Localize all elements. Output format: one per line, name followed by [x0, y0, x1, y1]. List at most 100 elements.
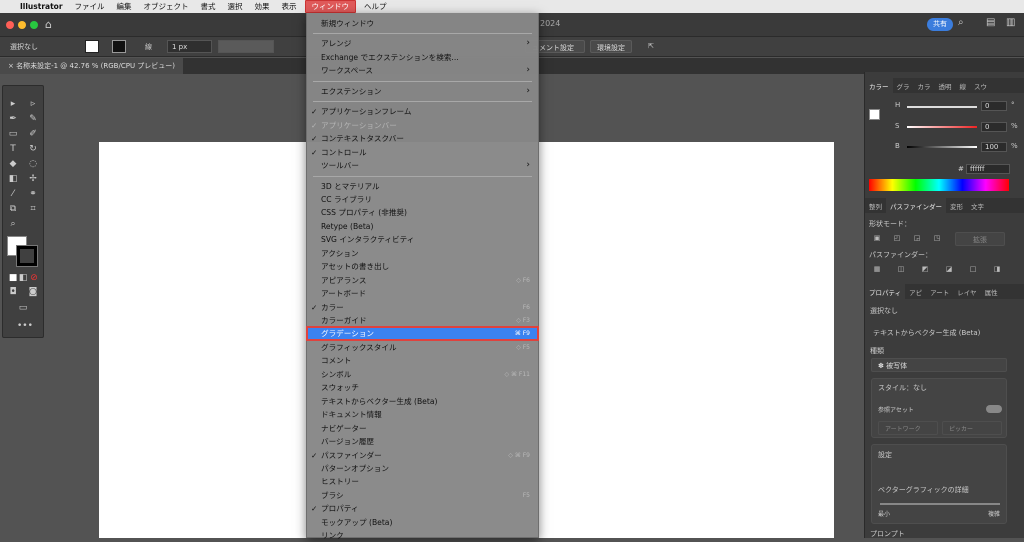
window-menu-item[interactable]: シンボル ◇ ⌘ F11 — [307, 368, 538, 381]
menu-view[interactable]: 表示 — [276, 1, 303, 12]
intersect-icon[interactable]: ◲ — [911, 234, 923, 244]
trim-icon[interactable]: ◫ — [895, 265, 907, 275]
lasso-tool-icon[interactable]: ◌ — [27, 158, 39, 170]
tab-gradient[interactable]: グラ — [893, 78, 914, 93]
tab-pathfinder[interactable]: パスファインダー — [886, 198, 946, 213]
zoom-window-button[interactable] — [30, 21, 38, 29]
share-button[interactable]: 共有 — [927, 18, 953, 31]
window-menu-item[interactable]: ✓ コントロール — [307, 146, 538, 159]
window-menu-item[interactable]: 新規ウィンドウ — [307, 17, 538, 30]
tab-layers[interactable]: レイヤ — [953, 284, 980, 299]
window-menu-item[interactable]: Retype (Beta) — [307, 220, 538, 233]
paintbrush-tool-icon[interactable]: ✐ — [27, 128, 39, 140]
window-menu-item[interactable]: CC ライブラリ — [307, 193, 538, 206]
workspace-icon[interactable]: ▤ — [986, 17, 995, 28]
window-menu-item[interactable]: リンク — [307, 529, 538, 542]
window-menu-item[interactable]: ✓ パスファインダー ◇ ⌘ F9 — [307, 449, 538, 462]
stroke-swatch[interactable] — [112, 40, 126, 53]
window-menu-item[interactable]: ドキュメント情報 — [307, 408, 538, 421]
window-menu-item[interactable]: グラデーション ⌘ F9 — [306, 326, 539, 342]
window-menu-item[interactable]: ✓ カラー F6 — [307, 301, 538, 314]
pen-tool-icon[interactable]: ✒ — [7, 113, 19, 125]
window-menu-item[interactable]: アレンジ › — [307, 37, 538, 50]
b-value[interactable]: 100 — [981, 142, 1007, 152]
artwork-button[interactable]: アートワーク — [878, 421, 938, 435]
draw-behind-icon[interactable]: ◙ — [27, 286, 39, 298]
stroke-color-box[interactable] — [16, 245, 38, 267]
panel-fill-swatch[interactable] — [869, 109, 880, 120]
s-slider[interactable] — [907, 126, 977, 128]
picker-button[interactable]: ピッカー — [942, 421, 1002, 435]
search-icon[interactable]: ⌕ — [958, 17, 964, 28]
menu-select[interactable]: 選択 — [222, 1, 249, 12]
tab-appearance[interactable]: アピ — [905, 284, 926, 299]
style-label[interactable]: スタイル：なし — [878, 383, 927, 393]
tab-attributes[interactable]: 属性 — [981, 284, 1002, 299]
rotate-tool-icon[interactable]: ↻ — [27, 143, 39, 155]
window-menu-item[interactable]: パターンオプション — [307, 462, 538, 475]
exclude-icon[interactable]: ◳ — [931, 234, 943, 244]
menu-type[interactable]: 書式 — [195, 1, 222, 12]
tab-color-guide[interactable]: カラ — [914, 78, 935, 93]
window-menu-item[interactable]: ✓ アプリケーションバー — [307, 119, 538, 132]
minimize-window-button[interactable] — [18, 21, 26, 29]
draw-mode-icon[interactable]: ◘ — [7, 286, 19, 298]
panels-icon[interactable]: ▥ — [1006, 17, 1015, 28]
window-menu-item[interactable]: バージョン履歴 — [307, 435, 538, 448]
divide-icon[interactable]: ▦ — [871, 265, 883, 275]
artboard-tool-icon[interactable]: ⌗ — [27, 203, 39, 215]
tab-color[interactable]: カラー — [865, 78, 893, 93]
window-menu-item[interactable]: Exchange でエクステンションを検索... — [307, 51, 538, 64]
window-menu-item[interactable]: ワークスペース › — [307, 64, 538, 77]
stroke-weight-input[interactable]: 1 px — [167, 40, 212, 53]
none-mode-icon[interactable]: ⊘ — [28, 272, 40, 284]
mesh-tool-icon[interactable]: ✢ — [27, 173, 39, 185]
menu-file[interactable]: ファイル — [69, 1, 111, 12]
window-menu-item[interactable]: SVG インタラクティビティ — [307, 233, 538, 246]
h-slider[interactable] — [907, 106, 977, 108]
tab-transform[interactable]: 変形 — [946, 198, 967, 213]
variable-width-profile[interactable] — [218, 40, 274, 53]
align-icon[interactable]: ⇱ — [648, 42, 654, 50]
color-spectrum[interactable] — [869, 179, 1009, 191]
tab-character[interactable]: 文字 — [967, 198, 988, 213]
text-to-vector-header[interactable]: テキストからベクター生成 (Beta) — [873, 328, 980, 338]
tab-properties[interactable]: プロパティ — [865, 284, 906, 299]
window-menu-item[interactable]: ✓ アプリケーションフレーム — [307, 105, 538, 118]
b-slider[interactable] — [907, 146, 977, 148]
s-value[interactable]: 0 — [981, 122, 1007, 132]
window-menu-item[interactable]: エクステンション › — [307, 85, 538, 98]
unite-icon[interactable]: ▣ — [871, 234, 883, 244]
more-tools-icon[interactable]: ••• — [17, 320, 33, 332]
type-tool-icon[interactable]: T — [7, 143, 19, 155]
menu-effect[interactable]: 効果 — [249, 1, 276, 12]
window-menu-item[interactable]: アセットの書き出し — [307, 260, 538, 273]
gradient-tool-icon[interactable]: ◧ — [7, 173, 19, 185]
window-menu-item[interactable]: アピアランス ◇ F6 — [307, 274, 538, 287]
minus-back-icon[interactable]: ◨ — [991, 265, 1003, 275]
curvature-tool-icon[interactable]: ✎ — [27, 113, 39, 125]
fill-swatch[interactable] — [85, 40, 99, 53]
screen-mode-icon[interactable]: ▭ — [17, 302, 29, 314]
window-menu-item[interactable]: モックアップ (Beta) — [307, 516, 538, 529]
minus-front-icon[interactable]: ◰ — [891, 234, 903, 244]
home-icon[interactable]: ⌂ — [45, 18, 52, 31]
window-menu-item[interactable]: ヒストリー — [307, 475, 538, 488]
blend-tool-icon[interactable]: ⚭ — [27, 188, 39, 200]
hex-input[interactable]: ffffff — [966, 164, 1010, 174]
tab-transparency[interactable]: 透明 — [935, 78, 956, 93]
close-window-button[interactable] — [6, 21, 14, 29]
shape-builder-tool-icon[interactable]: ⧉ — [7, 203, 19, 215]
window-menu-item[interactable]: ツールバー › — [307, 159, 538, 172]
detail-slider[interactable] — [880, 503, 1000, 505]
window-menu-item[interactable]: 3D とマテリアル — [307, 180, 538, 193]
h-value[interactable]: 0 — [981, 101, 1007, 111]
window-menu-item[interactable]: ✓ コンテキストタスクバー — [307, 132, 538, 145]
ref-asset-toggle[interactable] — [986, 405, 1002, 413]
window-menu-item[interactable]: グラフィックスタイル ◇ F5 — [307, 341, 538, 354]
window-menu-item[interactable]: CSS プロパティ (非推奨) — [307, 206, 538, 219]
merge-icon[interactable]: ◩ — [919, 265, 931, 275]
tab-align[interactable]: 整列 — [865, 198, 886, 213]
menu-edit[interactable]: 編集 — [111, 1, 138, 12]
menu-app-name[interactable]: Illustrator — [14, 2, 69, 11]
